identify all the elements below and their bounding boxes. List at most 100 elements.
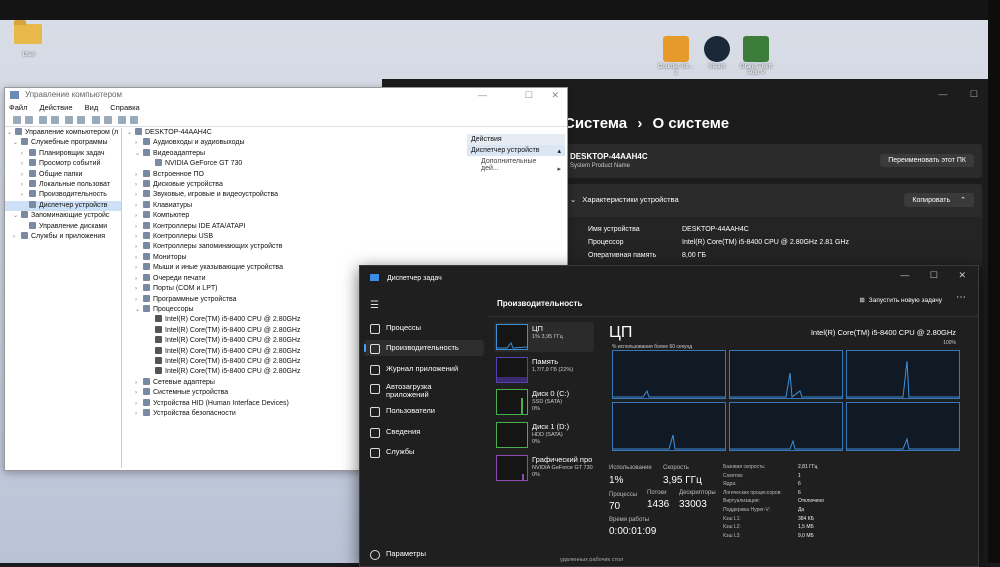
maximize-icon[interactable]: ☐ (970, 89, 978, 99)
handles-value: 33003 (679, 499, 707, 510)
window-title: Управление компьютером (25, 90, 122, 99)
tree-item[interactable]: › Планировщик задач (5, 148, 121, 159)
run-new-task-button[interactable]: ⊞ Запустить новую задачу (859, 296, 942, 304)
disable-icon[interactable] (117, 116, 126, 124)
tree-item[interactable]: Управление дисками (5, 221, 121, 232)
scan-hardware-icon[interactable] (91, 116, 100, 124)
help-icon[interactable] (65, 116, 74, 124)
nav-users[interactable]: Пользователи (364, 403, 484, 419)
cs2-icon (663, 36, 689, 62)
spec-value: DESKTOP-44AAH4C (682, 226, 749, 233)
divider (488, 316, 978, 317)
device-disk1[interactable]: Диск 1 (D:) HDD (SATA) 0% (494, 420, 594, 450)
breadcrumb-current: О системе (652, 115, 730, 132)
desktop-icon-gta5[interactable]: Grand Theft Auto V (738, 36, 774, 76)
core-graph (612, 350, 726, 399)
tree-item[interactable]: ⌄ Служебные программы (5, 138, 121, 148)
device-category[interactable]: › Дисковые устройства (125, 180, 465, 190)
tree-item[interactable]: › Локальные пользоват (5, 180, 121, 190)
desktop-icon-user[interactable]: User (12, 52, 46, 58)
device-name: Диск 1 (D:) (532, 422, 570, 431)
nav-settings[interactable]: Параметры (364, 546, 484, 562)
back-icon[interactable] (13, 116, 21, 124)
desktop-icon-cs2[interactable]: Counter-Str... 2 (658, 36, 694, 76)
close-icon[interactable]: ✕ (551, 88, 559, 102)
device-category[interactable]: › Клавиатуры (125, 200, 465, 211)
nav-processes[interactable]: Процессы (364, 320, 484, 336)
menu-view[interactable]: Вид (85, 103, 99, 112)
uptime-value: 0:00:01:09 (609, 526, 657, 537)
minimize-icon[interactable]: — (938, 89, 947, 99)
nav-details[interactable]: Сведения (364, 424, 484, 440)
device-category[interactable]: › Контроллеры USB (125, 232, 465, 242)
device-category[interactable]: › Контроллеры запоминающих устройств (125, 242, 465, 252)
properties-icon[interactable] (51, 116, 60, 124)
breadcrumb-parent[interactable]: Система (564, 115, 627, 132)
nav-app-history[interactable]: Журнал приложений (364, 361, 484, 377)
collapse-arrow-icon: ▴ (557, 148, 561, 155)
desktop-icon-steam[interactable]: Steam (700, 36, 734, 70)
device-category[interactable]: › Встроенное ПО (125, 169, 465, 180)
menu-help[interactable]: Справка (110, 103, 139, 112)
tree-item[interactable]: › Общие папки (5, 169, 121, 180)
forward-icon[interactable] (25, 116, 33, 124)
device-cpu[interactable]: ЦП 1% 3,95 ГГц (494, 322, 594, 352)
device-name: Память (532, 357, 559, 366)
maximize-icon[interactable]: ☐ (525, 88, 533, 102)
tree-item[interactable]: › Производительность (5, 190, 121, 200)
nav-performance[interactable]: Производительность (364, 340, 484, 356)
threads-value: 1436 (647, 499, 670, 510)
device-disk0[interactable]: Диск 0 (C:) SSD (SATA) 0% (494, 387, 594, 417)
performance-icon (370, 344, 380, 354)
device-category[interactable]: › Компьютер (125, 211, 465, 221)
tree-item[interactable]: ⌄ Управление компьютером (л (5, 128, 121, 138)
actions-selected[interactable]: Диспетчер устройств ▴ (467, 145, 565, 156)
device-category[interactable]: › Звуковые, игровые и видеоустройства (125, 190, 465, 200)
device-memory[interactable]: Память 1,7/7,9 ГБ (22%) (494, 355, 594, 385)
device-category[interactable]: › Контроллеры IDE ATA/ATAPI (125, 221, 465, 232)
device-item[interactable]: NVIDIA GeForce GT 730 (125, 159, 465, 169)
spec-label: Имя устройства (588, 226, 640, 233)
desktop-icon-label: Steam (708, 64, 726, 70)
menu-action[interactable]: Действие (40, 103, 73, 112)
task-manager-window: Диспетчер задач — ☐ ✕ ☰ Процессы Произво… (359, 265, 979, 567)
navigation-tree: ⌄ Управление компьютером (л ⌄ Служебные пр… (5, 128, 122, 468)
device-category[interactable]: › Аудиовходы и аудиовыходы (125, 138, 465, 148)
nav-services[interactable]: Службы (364, 444, 484, 460)
run-task-icon: ⊞ (859, 297, 865, 304)
monitor-bezel (0, 0, 1000, 20)
copy-button[interactable]: Копировать ⌃ (904, 193, 974, 207)
minimize-icon[interactable]: — (478, 88, 487, 102)
processes-value: 70 (609, 501, 621, 512)
more-actions[interactable]: Дополнительные дей... ▸ (467, 156, 565, 174)
more-options-icon[interactable]: ⋯ (956, 292, 966, 303)
tree-item[interactable]: › Службы и приложения (5, 232, 121, 242)
folder-icon[interactable] (14, 20, 42, 44)
nav-startup[interactable]: Автозагрузка приложений (364, 380, 474, 402)
app-history-icon (370, 365, 380, 375)
tree-item[interactable]: › Просмотр событий (5, 159, 121, 169)
disk1-thumbnail (496, 422, 528, 448)
task-manager-icon (370, 274, 379, 281)
device-category[interactable]: › Мониторы (125, 252, 465, 263)
users-icon (370, 407, 380, 417)
specs-list: Имя устройства Процессор Оперативная пам… (564, 217, 982, 267)
chevron-down-icon[interactable]: ⌄ (570, 195, 576, 204)
rename-pc-button[interactable]: Переименовать этот ПК (880, 154, 974, 167)
cpu-title: ЦП (609, 324, 633, 341)
tree-item[interactable]: ⌄ Запоминающие устройс (5, 211, 121, 221)
tree-root[interactable]: ⌄ DESKTOP-44AAH4C (125, 128, 465, 138)
refresh-icon[interactable] (77, 116, 86, 124)
gta5-icon (743, 36, 769, 62)
spec-value: Intel(R) Core(TM) i5-8400 CPU @ 2.80GHz … (682, 239, 849, 246)
up-icon[interactable] (39, 116, 48, 124)
uninstall-icon[interactable] (129, 116, 138, 124)
graph-axis-max: 100% (943, 340, 956, 346)
tree-item-selected[interactable]: Диспетчер устройств (5, 200, 121, 212)
menu-file[interactable]: Файл (9, 103, 27, 112)
device-gpu[interactable]: Графический про NVIDIA GeForce GT 730 0% (494, 453, 594, 483)
device-category[interactable]: ⌄ Видеоадаптеры (125, 148, 465, 159)
core-graph (729, 402, 843, 451)
hamburger-menu-icon[interactable]: ☰ (370, 300, 379, 311)
update-driver-icon[interactable] (103, 116, 112, 124)
